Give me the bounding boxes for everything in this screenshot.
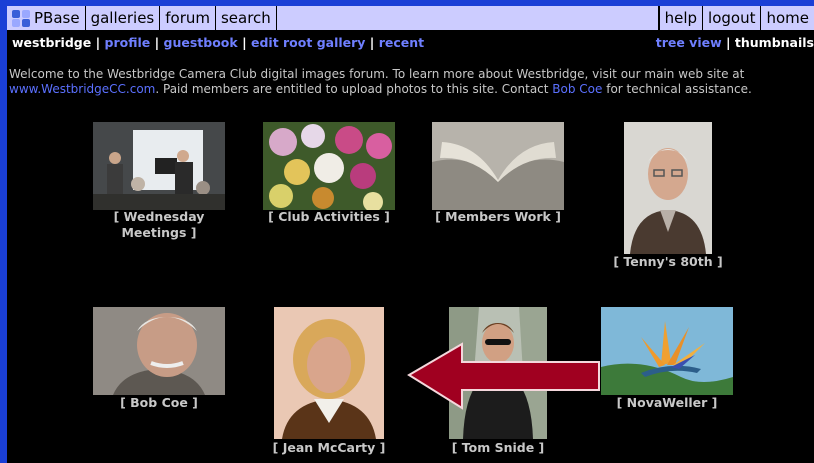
pbase-logo-label: PBase bbox=[34, 9, 80, 27]
gallery-thumb-jean-mccarty[interactable] bbox=[274, 307, 384, 439]
gallery-thumb-tennys-80th[interactable] bbox=[624, 122, 712, 254]
portrait-jean-mccarty-photo bbox=[274, 307, 384, 439]
menu-galleries[interactable]: galleries bbox=[86, 6, 161, 30]
menubar-spacer bbox=[277, 6, 659, 30]
portrait-bob-coe-photo bbox=[93, 307, 225, 395]
pbase-logo-icon bbox=[12, 9, 30, 27]
gallery-thumb-bob-coe[interactable] bbox=[93, 307, 225, 395]
red-arrow-icon bbox=[407, 342, 600, 410]
gallery-caption-jean-mccarty[interactable]: [ Jean McCarty ] bbox=[264, 440, 394, 456]
nav-profile-link[interactable]: profile bbox=[105, 35, 151, 50]
westbridge-site-link[interactable]: www.WestbridgeCC.com bbox=[9, 82, 155, 96]
gallery-caption-club-activities[interactable]: [ Club Activities ] bbox=[263, 209, 395, 225]
pbase-menubar: PBase galleries forum search help logout… bbox=[7, 6, 814, 31]
intro-part2: . Paid members are entitled to upload ph… bbox=[155, 82, 553, 96]
gallery-caption-bob-coe[interactable]: [ Bob Coe ] bbox=[103, 395, 215, 411]
browser-window: PBase galleries forum search help logout… bbox=[7, 6, 814, 463]
gallery-caption-wednesday-meetings[interactable]: [ Wednesday Meetings ] bbox=[103, 209, 215, 241]
menu-logout[interactable]: logout bbox=[702, 6, 760, 30]
menu-home[interactable]: home bbox=[760, 6, 814, 30]
meeting-photo bbox=[93, 122, 225, 210]
intro-part3: for technical assistance. bbox=[602, 82, 752, 96]
nav-edit-root-gallery-link[interactable]: edit root gallery bbox=[251, 35, 365, 50]
thumbnails-label: thumbnails bbox=[734, 35, 814, 50]
gallery-caption-tennys-80th[interactable]: [ Tenny's 80th ] bbox=[608, 254, 728, 270]
nav-recent-link[interactable]: recent bbox=[379, 35, 424, 50]
nav-username: westbridge bbox=[12, 35, 92, 50]
pbase-logo-link[interactable]: PBase bbox=[7, 6, 86, 30]
intro-text: Welcome to the Westbridge Camera Club di… bbox=[9, 67, 814, 97]
gallery-caption-novaweller[interactable]: [ NovaWeller ] bbox=[607, 395, 727, 411]
intro-part1: Welcome to the Westbridge Camera Club di… bbox=[9, 67, 745, 81]
user-nav-line: westbridge | profile | guestbook | edit … bbox=[12, 35, 814, 50]
contact-bob-coe-link[interactable]: Bob Coe bbox=[552, 82, 602, 96]
gallery-thumb-club-activities[interactable] bbox=[263, 122, 395, 210]
flowers-photo bbox=[263, 122, 395, 210]
portrait-elderly-man-photo bbox=[624, 122, 712, 254]
gallery-thumb-novaweller[interactable] bbox=[601, 307, 733, 395]
gallery-thumb-wednesday-meetings[interactable] bbox=[93, 122, 225, 210]
menu-forum[interactable]: forum bbox=[160, 6, 216, 30]
gallery-caption-members-work[interactable]: [ Members Work ] bbox=[432, 209, 564, 225]
menu-search[interactable]: search bbox=[216, 6, 277, 30]
nav-guestbook-link[interactable]: guestbook bbox=[164, 35, 238, 50]
bird-of-paradise-photo bbox=[601, 307, 733, 395]
book-photo bbox=[432, 122, 564, 210]
gallery-thumb-members-work[interactable] bbox=[432, 122, 564, 210]
tree-view-link[interactable]: tree view bbox=[656, 35, 722, 50]
menu-help[interactable]: help bbox=[658, 6, 702, 30]
gallery-caption-tom-snide[interactable]: [ Tom Snide ] bbox=[443, 440, 553, 456]
